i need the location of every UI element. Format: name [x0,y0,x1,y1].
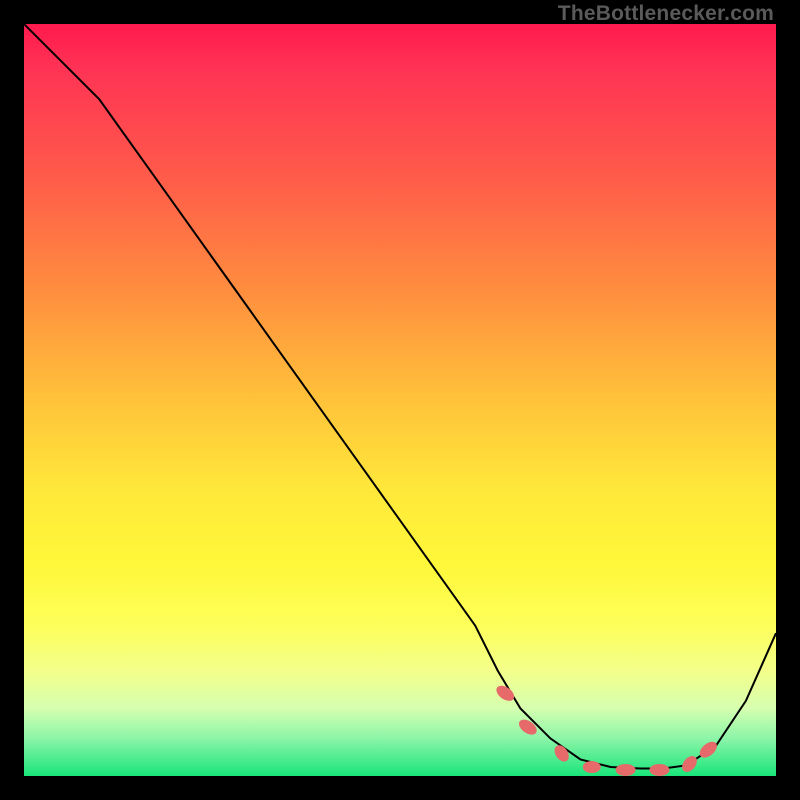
gradient-plot-area [24,24,776,776]
watermark-text: TheBottleneсker.com [558,2,774,26]
